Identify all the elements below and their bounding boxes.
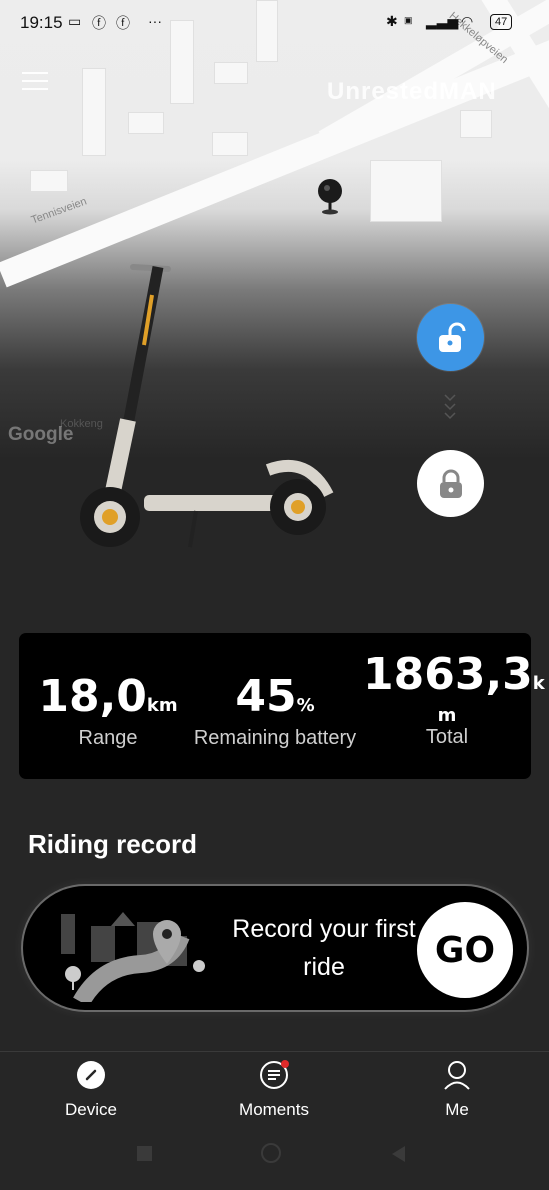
screen-icon: ▭	[68, 13, 82, 29]
back-button[interactable]	[390, 1145, 406, 1163]
tab-device[interactable]: Device	[31, 1060, 151, 1120]
go-button[interactable]: GO	[417, 902, 513, 998]
bottom-nav: Device Moments Me	[0, 1051, 549, 1190]
map-building	[30, 170, 68, 192]
unlock-icon	[438, 322, 465, 352]
menu-icon[interactable]	[22, 72, 48, 92]
battery-label: Remaining battery	[193, 727, 357, 749]
google-logo: Google	[8, 424, 74, 445]
record-prompt: Record your first ride	[195, 910, 453, 986]
battery-icon: 47	[490, 14, 513, 30]
unlock-button[interactable]	[417, 304, 484, 371]
device-icon	[76, 1060, 106, 1090]
more-icon: ···	[148, 13, 162, 29]
lock-button[interactable]	[417, 450, 484, 517]
record-prompt-line: Record your first	[232, 915, 416, 943]
chevron-down-icon	[444, 394, 456, 420]
scooter-image	[80, 264, 334, 548]
map-building	[370, 160, 442, 222]
wifi-icon: ◠	[461, 13, 474, 29]
stats-panel: 18,0km Range 45% Remaining battery 1863,…	[19, 633, 545, 779]
range-stat: 18,0km Range	[33, 675, 183, 750]
total-value: 1863,3	[363, 649, 533, 700]
tab-label: Me	[445, 1100, 469, 1119]
recents-button[interactable]	[137, 1146, 152, 1161]
lock-icon	[439, 469, 462, 498]
total-unit: k	[532, 673, 545, 694]
range-value: 18,0	[38, 671, 147, 722]
street-label: Tennisveien	[29, 195, 89, 227]
map-building	[212, 132, 248, 156]
tab-me[interactable]: Me	[397, 1060, 517, 1120]
volte-icon: ▣	[404, 15, 413, 25]
record-ride-card[interactable]: Record your first ride GO	[23, 886, 527, 1010]
tab-label: Device	[65, 1100, 117, 1119]
facebook-icon: ⓕ	[116, 15, 130, 31]
facebook-icon: ⓕ	[92, 15, 106, 31]
route-illustration-icon	[61, 912, 205, 1002]
map-building	[214, 62, 248, 84]
bluetooth-icon: ✱	[386, 13, 398, 29]
location-pin-icon[interactable]	[316, 178, 344, 216]
map-building	[82, 68, 106, 156]
tab-moments[interactable]: Moments	[214, 1060, 334, 1120]
battery-stat: 45% Remaining battery	[189, 675, 361, 750]
range-label: Range	[78, 727, 138, 749]
battery-value: 45	[235, 671, 297, 722]
status-time: 19:15	[20, 13, 63, 32]
record-prompt-line: ride	[303, 953, 345, 981]
moments-icon	[259, 1060, 289, 1090]
person-icon	[442, 1060, 472, 1090]
battery-unit: %	[296, 695, 315, 716]
range-unit: km	[146, 695, 178, 716]
total-stat: 1863,3k m Total	[363, 653, 545, 749]
status-bar: 19:15 ▭ ⓕ ⓕ ··· ✱ ▣ ▂▃▅ ◠ 47	[0, 0, 549, 48]
riding-record-title: Riding record	[28, 829, 198, 859]
total-label: Total	[425, 726, 469, 748]
tab-label: Moments	[239, 1100, 309, 1119]
watermark: UnrestedMAN	[327, 78, 497, 105]
signal-icon: ▂▃▅	[426, 13, 459, 29]
map-building	[460, 110, 492, 138]
total-unit: m	[437, 705, 457, 726]
home-button[interactable]	[261, 1143, 281, 1163]
map-building	[128, 112, 164, 134]
